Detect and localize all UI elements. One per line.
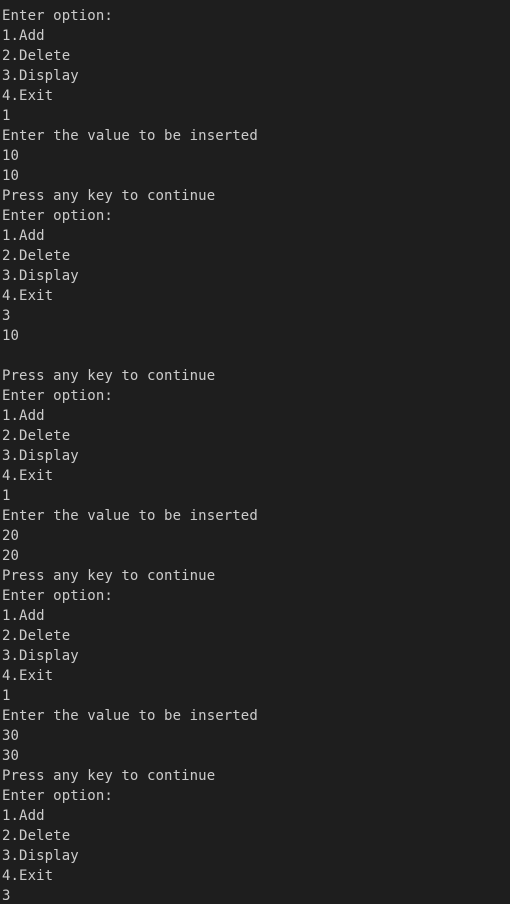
terminal-line: Press any key to continue: [2, 568, 216, 584]
terminal-line: 4.Exit: [2, 668, 54, 684]
terminal-line: Press any key to continue: [2, 368, 216, 384]
terminal-line: 1.Add: [2, 808, 45, 824]
terminal-line: 1.Add: [2, 228, 45, 244]
terminal-line: 1: [2, 688, 11, 704]
terminal-line: 3.Display: [2, 848, 79, 864]
terminal-line: 2.Delete: [2, 628, 71, 644]
terminal-line: 3.Display: [2, 268, 79, 284]
terminal-line: 3: [2, 888, 11, 904]
terminal-line: 4.Exit: [2, 868, 54, 884]
terminal-line: 3.Display: [2, 648, 79, 664]
terminal-line: 3.Display: [2, 68, 79, 84]
terminal-line: Enter option:: [2, 588, 113, 604]
terminal-line: 4.Exit: [2, 88, 54, 104]
terminal-line: Enter the value to be inserted: [2, 128, 258, 144]
terminal-line: 1.Add: [2, 608, 45, 624]
terminal-line: 2.Delete: [2, 48, 71, 64]
terminal-line: 2.Delete: [2, 248, 71, 264]
terminal-line: 1.Add: [2, 28, 45, 44]
terminal-output: Enter option: 1.Add 2.Delete 3.Display 4…: [0, 0, 510, 904]
terminal-line: Press any key to continue: [2, 768, 216, 784]
terminal-line: 4.Exit: [2, 468, 54, 484]
terminal-line: Press any key to continue: [2, 188, 216, 204]
terminal-line: 2.Delete: [2, 828, 71, 844]
terminal-line: 4.Exit: [2, 288, 54, 304]
terminal-line: 1.Add: [2, 408, 45, 424]
terminal-line: 20: [2, 548, 20, 564]
terminal-line: Enter option:: [2, 8, 113, 24]
terminal-line: 1: [2, 488, 11, 504]
terminal-line: Enter option:: [2, 208, 113, 224]
terminal-line: 3.Display: [2, 448, 79, 464]
terminal-line: 20: [2, 528, 20, 544]
terminal-line: Enter the value to be inserted: [2, 708, 258, 724]
terminal-line: 10: [2, 148, 20, 164]
terminal-line: 30: [2, 748, 20, 764]
terminal-line: 30: [2, 728, 20, 744]
terminal-line: 10: [2, 328, 20, 344]
terminal-line: 1: [2, 108, 11, 124]
terminal-line: 2.Delete: [2, 428, 71, 444]
terminal-line: 10: [2, 168, 20, 184]
terminal-line: Enter option:: [2, 788, 113, 804]
terminal-line: 3: [2, 308, 11, 324]
terminal-line: Enter the value to be inserted: [2, 508, 258, 524]
terminal-line: Enter option:: [2, 388, 113, 404]
